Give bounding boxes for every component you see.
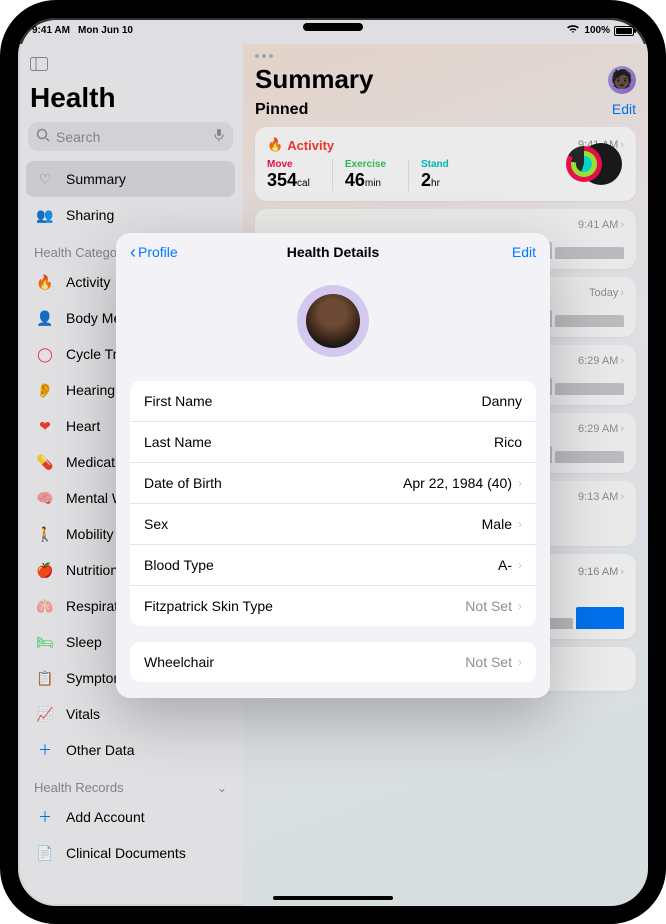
health-detail-row-fitzpatrick-skin-type[interactable]: Fitzpatrick Skin Type Not Set› xyxy=(130,585,536,626)
health-detail-row-first-name: First Name Danny xyxy=(130,381,536,421)
device-camera-pill xyxy=(303,23,363,31)
health-detail-row-blood-type[interactable]: Blood Type A-› xyxy=(130,544,536,585)
chevron-right-icon: › xyxy=(518,517,522,531)
edit-button[interactable]: Edit xyxy=(512,244,536,260)
health-detail-row-sex[interactable]: Sex Male› xyxy=(130,503,536,544)
health-detail-row-date-of-birth[interactable]: Date of Birth Apr 22, 1984 (40)› xyxy=(130,462,536,503)
row-label: Sex xyxy=(144,516,168,532)
home-indicator[interactable] xyxy=(273,896,393,900)
chevron-left-icon: ‹ xyxy=(130,243,136,261)
row-value: Apr 22, 1984 (40)› xyxy=(403,475,522,491)
row-value: Danny xyxy=(482,393,522,409)
row-label: First Name xyxy=(144,393,212,409)
modal-title: Health Details xyxy=(116,244,550,260)
back-button[interactable]: ‹ Profile xyxy=(130,243,178,261)
row-label: Last Name xyxy=(144,434,212,450)
row-label: Blood Type xyxy=(144,557,214,573)
health-detail-row-wheelchair[interactable]: Wheelchair Not Set› xyxy=(130,642,536,682)
chevron-right-icon: › xyxy=(518,558,522,572)
row-label: Wheelchair xyxy=(144,654,214,670)
health-detail-row-last-name: Last Name Rico xyxy=(130,421,536,462)
row-label: Fitzpatrick Skin Type xyxy=(144,598,273,614)
profile-avatar-large[interactable] xyxy=(297,285,369,357)
row-value: Not Set› xyxy=(465,598,522,614)
chevron-right-icon: › xyxy=(518,655,522,669)
row-value: A-› xyxy=(498,557,522,573)
row-value: Rico xyxy=(494,434,522,450)
chevron-right-icon: › xyxy=(518,599,522,613)
health-details-modal: ‹ Profile Health Details Edit First Name… xyxy=(116,233,550,698)
row-value: Not Set› xyxy=(465,654,522,670)
row-label: Date of Birth xyxy=(144,475,222,491)
chevron-right-icon: › xyxy=(518,476,522,490)
row-value: Male› xyxy=(482,516,522,532)
